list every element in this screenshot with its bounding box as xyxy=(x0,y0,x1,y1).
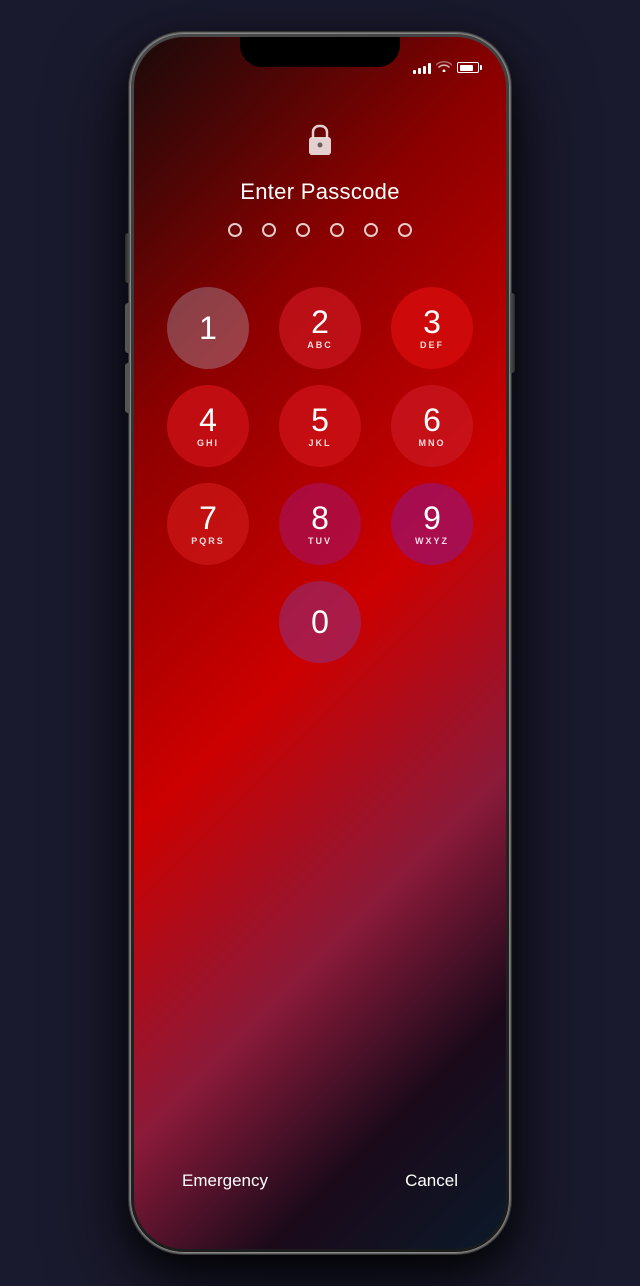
emergency-button[interactable]: Emergency xyxy=(174,1163,276,1199)
status-right xyxy=(413,60,482,75)
passcode-dots xyxy=(228,223,412,237)
key-2-letters: ABC xyxy=(307,340,333,350)
key-6-number: 6 xyxy=(423,404,441,436)
key-9-button[interactable]: 9 WXYZ xyxy=(391,483,473,565)
passcode-dot-1 xyxy=(228,223,242,237)
phone-screen: Enter Passcode 1 2 ABC 3 xyxy=(134,37,506,1249)
key-0-button[interactable]: 0 xyxy=(279,581,361,663)
key-6-letters: MNO xyxy=(419,438,446,448)
passcode-title: Enter Passcode xyxy=(240,179,400,205)
key-8-button[interactable]: 8 TUV xyxy=(279,483,361,565)
bottom-actions: Emergency Cancel xyxy=(134,1163,506,1199)
key-3-number: 3 xyxy=(423,306,441,338)
key-2-button[interactable]: 2 ABC xyxy=(279,287,361,369)
key-5-number: 5 xyxy=(311,404,329,436)
key-9-letters: WXYZ xyxy=(415,536,449,546)
keypad: 1 2 ABC 3 DEF 4 GHI 5 JKL xyxy=(160,287,480,663)
key-8-letters: TUV xyxy=(308,536,332,546)
passcode-dot-3 xyxy=(296,223,310,237)
key-1-number: 1 xyxy=(199,312,217,344)
key-5-letters: JKL xyxy=(308,438,331,448)
key-7-number: 7 xyxy=(199,502,217,534)
key-4-button[interactable]: 4 GHI xyxy=(167,385,249,467)
key-8-number: 8 xyxy=(311,502,329,534)
cancel-button[interactable]: Cancel xyxy=(397,1163,466,1199)
key-9-number: 9 xyxy=(423,502,441,534)
screen-content: Enter Passcode 1 2 ABC 3 xyxy=(134,37,506,1249)
key-7-button[interactable]: 7 PQRS xyxy=(167,483,249,565)
key-3-button[interactable]: 3 DEF xyxy=(391,287,473,369)
key-2-number: 2 xyxy=(311,306,329,338)
passcode-dot-6 xyxy=(398,223,412,237)
key-1-button[interactable]: 1 xyxy=(167,287,249,369)
phone-frame: Enter Passcode 1 2 ABC 3 xyxy=(130,33,510,1253)
key-6-button[interactable]: 6 MNO xyxy=(391,385,473,467)
passcode-dot-5 xyxy=(364,223,378,237)
lock-icon xyxy=(306,122,334,163)
passcode-dot-2 xyxy=(262,223,276,237)
key-3-letters: DEF xyxy=(420,340,444,350)
passcode-dot-4 xyxy=(330,223,344,237)
wifi-icon xyxy=(436,60,452,75)
key-7-letters: PQRS xyxy=(191,536,225,546)
key-4-letters: GHI xyxy=(197,438,219,448)
battery-icon xyxy=(457,62,482,73)
key-5-button[interactable]: 5 JKL xyxy=(279,385,361,467)
key-4-number: 4 xyxy=(199,404,217,436)
key-0-number: 0 xyxy=(311,606,329,638)
notch xyxy=(240,37,400,67)
signal-icon xyxy=(413,62,431,74)
